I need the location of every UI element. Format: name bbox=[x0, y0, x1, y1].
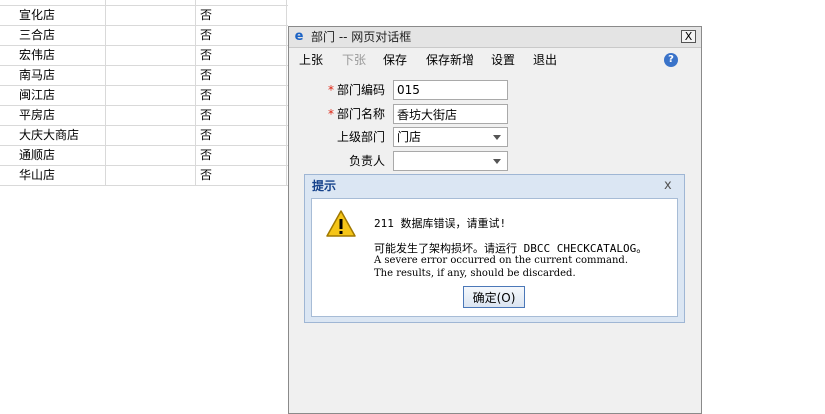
message-box-titlebar[interactable]: 提示 x bbox=[305, 175, 684, 197]
ok-button[interactable]: 确定(O) bbox=[463, 286, 525, 308]
dialog-titlebar[interactable]: e 部门 -- 网页对话框 X bbox=[289, 27, 701, 48]
flag-cell: 否 bbox=[200, 48, 213, 62]
table-row: 通顺店 否 bbox=[0, 145, 288, 166]
menu-exit[interactable]: 退出 bbox=[533, 52, 557, 68]
flag-cell: 否 bbox=[200, 148, 213, 162]
error-message-box: 提示 x 211 数据库错误，请重试! 可能发生了架构损坏。请运行 DBCC C… bbox=[304, 174, 685, 323]
parent-dept-label: 上级部门 bbox=[336, 130, 385, 144]
store-name-cell: 宣化店 bbox=[19, 8, 56, 22]
flag-cell: 否 bbox=[200, 8, 213, 22]
table-row: 平房店 否 bbox=[0, 105, 288, 126]
dialog-menubar: 上张 下张 保存 保存新增 设置 退出 ? bbox=[289, 49, 701, 71]
store-name-cell: 华山店 bbox=[19, 168, 56, 182]
flag-cell: 否 bbox=[200, 128, 213, 142]
warning-icon bbox=[326, 210, 356, 237]
store-name-cell: 大庆大商店 bbox=[19, 128, 80, 142]
flag-cell: 否 bbox=[200, 108, 213, 122]
table-row: 宣化店 否 bbox=[0, 5, 288, 26]
table-row: 宏伟店 否 bbox=[0, 45, 288, 66]
store-name-cell: 平房店 bbox=[19, 108, 56, 122]
owner-label: 负责人 bbox=[348, 154, 385, 168]
error-message-english-1: A severe error occurred on the current c… bbox=[374, 255, 628, 266]
flag-cell: 否 bbox=[200, 68, 213, 82]
store-name-cell: 三合店 bbox=[19, 28, 56, 42]
dialog-close-button[interactable]: X bbox=[681, 30, 696, 43]
menu-next[interactable]: 下张 bbox=[342, 52, 366, 68]
required-mark: * bbox=[327, 107, 334, 121]
dept-name-label: * 部门名称 bbox=[327, 107, 385, 121]
message-box-body: 211 数据库错误，请重试! 可能发生了架构损坏。请运行 DBCC CHECKC… bbox=[311, 198, 678, 317]
menu-settings[interactable]: 设置 bbox=[491, 52, 515, 68]
flag-cell: 否 bbox=[200, 168, 213, 182]
table-row: 华山店 否 bbox=[0, 165, 288, 186]
parent-dept-value: 门店 bbox=[397, 130, 422, 144]
close-icon[interactable]: x bbox=[664, 178, 672, 194]
table-row: 闽江店 否 bbox=[0, 85, 288, 106]
menu-save[interactable]: 保存 bbox=[383, 52, 407, 68]
table-row: 南马店 否 bbox=[0, 65, 288, 86]
help-icon[interactable]: ? bbox=[664, 53, 678, 67]
owner-select[interactable] bbox=[393, 151, 508, 171]
menu-save-and-new[interactable]: 保存新增 bbox=[426, 52, 474, 68]
error-message-detail: 可能发生了架构损坏。请运行 DBCC CHECKCATALOG。 bbox=[374, 242, 648, 255]
ie-icon: e bbox=[294, 29, 304, 44]
required-mark: * bbox=[327, 83, 334, 97]
flag-cell: 否 bbox=[200, 28, 213, 42]
error-message-english-2: The results, if any, should be discarded… bbox=[374, 268, 576, 279]
dept-code-label: * 部门编码 bbox=[327, 83, 385, 97]
message-box-title: 提示 bbox=[312, 179, 337, 193]
table-row: 大庆大商店 否 bbox=[0, 125, 288, 146]
error-message-title: 211 数据库错误，请重试! bbox=[374, 217, 507, 230]
chevron-down-icon bbox=[493, 135, 501, 140]
dialog-title: 部门 -- 网页对话框 bbox=[311, 30, 412, 44]
store-name-cell: 闽江店 bbox=[19, 88, 56, 102]
store-name-cell: 通顺店 bbox=[19, 148, 56, 162]
menu-previous[interactable]: 上张 bbox=[299, 52, 323, 68]
flag-cell: 否 bbox=[200, 88, 213, 102]
store-name-cell: 宏伟店 bbox=[19, 48, 56, 62]
dept-code-input[interactable] bbox=[393, 80, 508, 100]
store-name-cell: 南马店 bbox=[19, 68, 56, 82]
dept-name-input[interactable] bbox=[393, 104, 508, 124]
chevron-down-icon bbox=[493, 159, 501, 164]
parent-dept-select[interactable]: 门店 bbox=[393, 127, 508, 147]
table-row: 三合店 否 bbox=[0, 25, 288, 46]
